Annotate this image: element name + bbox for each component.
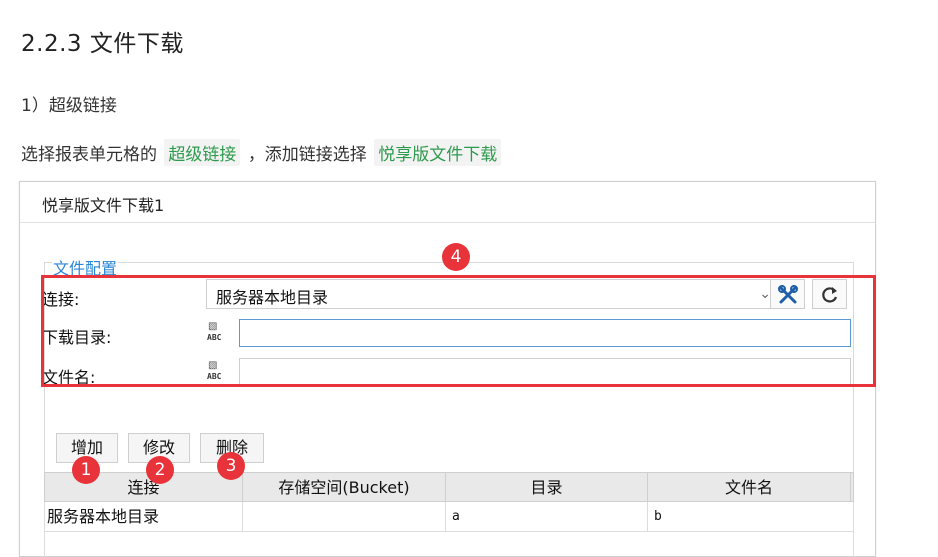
para-text-middle: ，添加链接选择 (247, 145, 367, 165)
subsection-heading: 1）超级链接 (21, 96, 117, 116)
column-header-filename[interactable]: 文件名 (648, 473, 851, 503)
badge-3: 3 (217, 452, 245, 480)
badge-1: 1 (72, 456, 100, 484)
cell-filename: b (654, 509, 662, 524)
code-download-option: 悦享版文件下载 (374, 139, 502, 166)
section-heading: 2.2.3 文件下载 (21, 31, 184, 57)
highlight-box (41, 275, 876, 387)
table-empty-area (44, 532, 854, 557)
title-divider (20, 222, 875, 223)
cell-bucket (243, 502, 446, 531)
dialog-screenshot: 悦享版文件下载1 文件配置 连接: 服务器本地目录 ⌄ 下载目录: ▧ ABC … (19, 181, 876, 557)
dialog-title: 悦享版文件下载1 (42, 196, 165, 215)
column-header-bucket[interactable]: 存储空间(Bucket) (243, 473, 446, 503)
column-header-directory[interactable]: 目录 (446, 473, 648, 503)
code-hyperlink: 超级链接 (164, 139, 241, 166)
cell-connection: 服务器本地目录 (45, 502, 243, 531)
instruction-paragraph: 选择报表单元格的 超级链接 ，添加链接选择 悦享版文件下载 (21, 139, 503, 166)
badge-2: 2 (146, 456, 174, 484)
badge-4: 4 (442, 243, 470, 271)
table-row[interactable]: 服务器本地目录 a b (44, 502, 854, 532)
para-text-before: 选择报表单元格的 (21, 145, 157, 165)
cell-directory: a (446, 502, 648, 531)
